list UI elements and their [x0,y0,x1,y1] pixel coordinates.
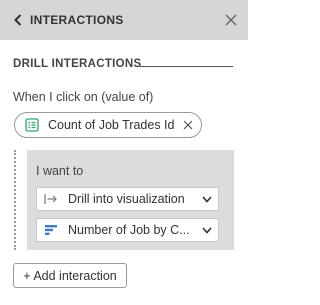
remove-field-icon[interactable] [183,120,193,130]
chevron-down-icon [202,194,212,204]
action-label: I want to [36,164,84,178]
trigger-field-label: Count of Job Trades Id [48,118,175,132]
drill-arrow-icon [44,192,58,206]
target-visualization-value: Number of Job by C... [68,223,190,237]
section-title: DRILL INTERACTIONS [13,58,142,70]
connector-line [14,150,16,250]
bar-chart-icon [44,223,58,237]
panel-title: INTERACTIONS [30,13,124,27]
action-type-select[interactable]: Drill into visualization [36,187,219,211]
action-type-value: Drill into visualization [68,192,185,206]
add-interaction-button[interactable]: + Add interaction [13,263,127,288]
section-divider [140,66,233,67]
trigger-field-chip[interactable]: Count of Job Trades Id [14,112,202,138]
close-icon[interactable] [224,13,238,27]
chevron-down-icon [202,225,212,235]
panel-header: INTERACTIONS [0,0,248,40]
trigger-label: When I click on (value of) [13,90,154,104]
chevron-left-icon[interactable] [12,13,24,27]
target-visualization-select[interactable]: Number of Job by C... [36,218,219,242]
action-config-box: I want to Drill into visualization Numbe… [27,150,234,250]
field-list-icon [25,118,39,132]
